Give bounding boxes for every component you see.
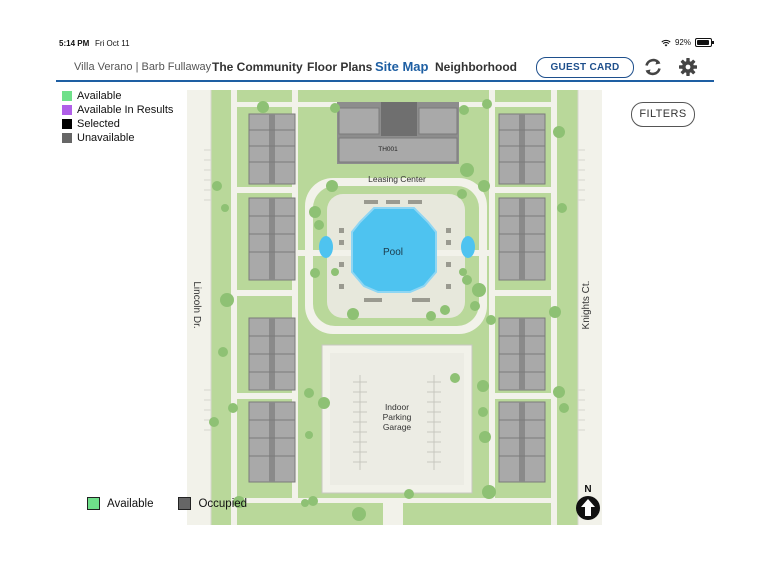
building-label: TH001 xyxy=(378,146,398,153)
property-name: Villa Verano | Barb Fullaway xyxy=(74,61,212,73)
north-arrow-icon xyxy=(576,496,600,520)
spa-west xyxy=(319,236,333,258)
legend-swatch xyxy=(62,133,72,143)
legend-label: Available In Results xyxy=(77,104,174,116)
garage-label-1: Indoor xyxy=(385,402,409,412)
street-label-west: Lincoln Dr. xyxy=(191,281,202,328)
site-map: TH001 Leasing Center Pool Indoor Parking… xyxy=(187,90,602,525)
occupancy-legend: Available Occupied xyxy=(87,497,247,510)
wifi-icon xyxy=(661,39,671,46)
spa-east xyxy=(461,236,475,258)
legend-swatch xyxy=(62,91,72,101)
refresh-icon[interactable] xyxy=(642,56,664,78)
battery-percent: 92% xyxy=(674,38,691,47)
legend-label-available: Available xyxy=(107,497,154,510)
guest-card-button[interactable]: GUEST CARD xyxy=(536,57,634,78)
garage-label-3: Garage xyxy=(383,422,412,432)
legend-swatch xyxy=(178,497,192,510)
north-arrow: N xyxy=(574,484,602,524)
status-indicators: 92% xyxy=(661,38,714,47)
building-th001[interactable] xyxy=(337,102,459,164)
nav-floor-plans[interactable]: Floor Plans xyxy=(307,60,372,74)
legend-label-occupied: Occupied xyxy=(198,497,248,510)
status-legend: Available Available In Results Selected … xyxy=(62,89,173,145)
status-time: 5:14 PM xyxy=(59,39,90,48)
legend-available: Available xyxy=(62,89,173,103)
legend-label: Selected xyxy=(77,118,120,130)
north-label: N xyxy=(584,484,592,495)
filters-button[interactable]: FILTERS xyxy=(631,102,695,127)
nav-the-community[interactable]: The Community xyxy=(212,60,303,74)
garage-label-2: Parking xyxy=(383,412,412,422)
top-nav: Villa Verano | Barb Fullaway The Communi… xyxy=(56,56,714,80)
legend-label: Available xyxy=(77,90,122,102)
battery-icon xyxy=(695,38,714,47)
nav-site-map[interactable]: Site Map xyxy=(375,59,428,74)
legend-swatch xyxy=(62,119,72,129)
leasing-center-label: Leasing Center xyxy=(368,174,426,184)
street-label-east: Knights Ct. xyxy=(581,281,592,330)
pool-label: Pool xyxy=(383,247,403,258)
nav-neighborhood[interactable]: Neighborhood xyxy=(435,60,517,74)
gear-icon[interactable] xyxy=(677,56,699,78)
status-date: Fri Oct 11 xyxy=(95,39,130,48)
status-bar: 5:14 PM Fri Oct 11 92% xyxy=(0,36,768,52)
legend-swatch xyxy=(87,497,100,510)
legend-swatch xyxy=(62,105,72,115)
site-map-drawing: TH001 Leasing Center Pool Indoor Parking… xyxy=(187,90,602,525)
legend-unavailable: Unavailable xyxy=(62,131,173,145)
legend-available-in-results: Available In Results xyxy=(62,103,173,117)
nav-divider xyxy=(56,80,714,82)
legend-label: Unavailable xyxy=(77,132,135,144)
legend-selected: Selected xyxy=(62,117,173,131)
